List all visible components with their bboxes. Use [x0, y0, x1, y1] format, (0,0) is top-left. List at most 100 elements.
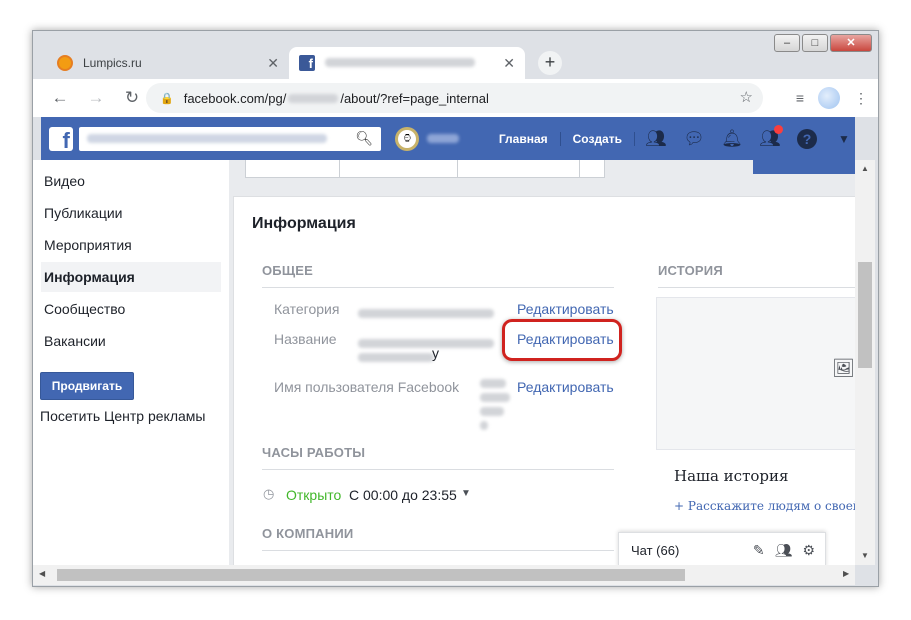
profile-name-blurred[interactable] — [427, 130, 463, 148]
bookmark-star-icon[interactable]: ☆ — [740, 88, 753, 106]
story-title: Наша история — [674, 467, 789, 485]
facebook-header: f 🔍︎ ⌚︎ Главная Создать 👥︎ 💬︎ 🔔︎ 👥︎ ? ▼ — [41, 117, 855, 160]
help-icon[interactable]: ? — [797, 128, 817, 149]
page-sidebar: Видео Публикации Мероприятия Информация … — [33, 160, 229, 565]
sidebar-item-video[interactable]: Видео — [41, 166, 221, 196]
tab-close-icon[interactable]: ✕ — [267, 55, 279, 72]
highlight-box — [502, 319, 622, 361]
sidebar-item-posts[interactable]: Публикации — [41, 198, 221, 228]
story-cover-area[interactable]: 🖼︎ — [656, 297, 863, 450]
chat-bar[interactable]: Чат (66) ✎ 👥︎ ⚙ — [618, 532, 826, 565]
edit-username-link[interactable]: Редактировать — [517, 379, 614, 395]
pages-icon[interactable]: 👥︎ — [759, 124, 783, 149]
promote-button[interactable]: Продвигать — [40, 372, 134, 400]
sidebar-item-jobs[interactable]: Вакансии — [41, 326, 221, 356]
hours-dropdown-caret-icon[interactable]: ▼ — [461, 488, 471, 499]
tab-title-blurred — [325, 56, 503, 70]
info-card: Информация ОБЩЕЕ Категория Редактировать… — [233, 196, 863, 565]
add-photo-icon[interactable]: 🖼︎ — [832, 358, 855, 379]
address-blurred-id — [288, 93, 339, 103]
horizontal-scroll-thumb[interactable] — [57, 569, 685, 581]
divider — [262, 469, 614, 470]
lumpics-favicon-icon — [57, 55, 73, 71]
divider — [658, 287, 863, 288]
address-url-tail: /about/?ref=page_internal — [340, 90, 489, 106]
messenger-icon[interactable]: 💬︎ — [683, 129, 705, 149]
tab-close-icon[interactable]: ✕ — [503, 55, 515, 72]
address-bar[interactable]: 🔒 facebook.com/pg/ /about/?ref=page_inte… — [146, 83, 763, 113]
new-tab-button[interactable]: + — [538, 51, 562, 75]
sidebar-item-info[interactable]: Информация — [41, 262, 221, 292]
page-title: Информация — [252, 215, 356, 232]
vertical-scroll-thumb[interactable] — [858, 262, 872, 368]
chat-icons: ✎ 👥︎ ⚙ — [753, 542, 825, 559]
notifications-bell-icon[interactable]: 🔔︎ — [721, 129, 743, 149]
friend-requests-icon[interactable]: 👥︎ — [645, 129, 667, 149]
sidebar-item-events[interactable]: Мероприятия — [41, 230, 221, 260]
page-content: Видео Публикации Мероприятия Информация … — [33, 160, 863, 565]
history-heading: ИСТОРИЯ — [658, 263, 723, 278]
profile-avatar[interactable] — [818, 87, 840, 109]
ads-center-link[interactable]: Посетить Центр рекламы — [40, 408, 205, 424]
chat-group-icon[interactable]: 👥︎ — [775, 542, 793, 559]
action-box[interactable] — [339, 160, 459, 178]
name-value-blurred — [358, 349, 434, 367]
search-blurred-text — [86, 134, 327, 143]
facebook-search-input[interactable]: 🔍︎ — [78, 126, 382, 151]
open-status: Открыто — [286, 487, 342, 503]
page-avatar-clock-icon[interactable]: ⌚︎ — [395, 126, 420, 151]
facebook-logo-icon[interactable]: f — [49, 126, 73, 151]
divider — [262, 550, 614, 551]
dropdown-caret-icon[interactable]: ▼ — [833, 132, 855, 146]
username-label: Имя пользователя Facebook — [274, 379, 460, 395]
edit-category-link[interactable]: Редактировать — [517, 301, 614, 317]
reload-icon[interactable]: ↻ — [119, 88, 145, 108]
tab-strip: Lumpics.ru ✕ f ✕ + — [33, 47, 878, 79]
media-control-icon[interactable]: ≡ — [796, 90, 804, 106]
tab-facebook[interactable]: f ✕ — [289, 47, 525, 79]
divider — [262, 287, 614, 288]
horizontal-scrollbar[interactable]: ◀ ▶ — [33, 565, 855, 585]
facebook-favicon-icon: f — [299, 55, 315, 71]
primary-action-button[interactable] — [753, 160, 855, 174]
hours-heading: ЧАСЫ РАБОТЫ — [262, 445, 366, 460]
back-arrow-icon[interactable]: ← — [47, 88, 73, 108]
scroll-down-arrow-icon[interactable]: ▼ — [861, 551, 869, 560]
action-box[interactable] — [245, 160, 341, 178]
tell-story-link[interactable]: + Расскажите людям о своей — [674, 499, 861, 513]
lock-icon: 🔒 — [160, 92, 174, 105]
forward-arrow-icon[interactable]: → — [83, 88, 109, 108]
tab-lumpics[interactable]: Lumpics.ru ✕ — [47, 47, 289, 79]
scroll-right-arrow-icon[interactable]: ▶ — [843, 569, 849, 578]
scroll-left-arrow-icon[interactable]: ◀ — [39, 569, 45, 578]
nav-home[interactable]: Главная — [487, 131, 561, 146]
username-value-blurred — [480, 379, 510, 430]
tab-title: Lumpics.ru — [83, 56, 142, 70]
notification-dot — [774, 124, 783, 134]
nav-create[interactable]: Создать — [561, 131, 635, 146]
toolbar-right: ≡ ⋮ — [796, 87, 868, 109]
clock-icon: ◷ — [263, 486, 275, 501]
browser-toolbar: ← → ↻ 🔒 facebook.com/pg/ /about/?ref=pag… — [33, 79, 878, 117]
action-box[interactable] — [579, 160, 605, 178]
header-icons: 👥︎ 💬︎ 🔔︎ 👥︎ ? ▼ — [645, 124, 855, 149]
chat-label: Чат (66) — [631, 542, 680, 558]
search-icon[interactable]: 🔍︎ — [337, 130, 373, 147]
category-label: Категория — [274, 301, 340, 317]
action-box[interactable] — [457, 160, 581, 178]
compose-icon[interactable]: ✎ — [753, 542, 765, 559]
scroll-up-arrow-icon[interactable]: ▲ — [861, 164, 869, 173]
hours-range[interactable]: С 00:00 до 23:55 — [349, 487, 457, 503]
company-heading: О КОМПАНИИ — [262, 526, 354, 541]
sidebar-item-community[interactable]: Сообщество — [41, 294, 221, 324]
category-value-blurred — [358, 305, 494, 323]
name-label: Название — [274, 331, 337, 347]
browser-menu-icon[interactable]: ⋮ — [854, 90, 868, 107]
name-value-visible-tail: у — [432, 345, 439, 361]
top-action-strip — [233, 160, 855, 184]
settings-gear-icon[interactable]: ⚙ — [802, 542, 815, 559]
address-url: facebook.com/pg/ — [183, 90, 287, 106]
general-heading: ОБЩЕЕ — [262, 263, 314, 278]
browser-window: – □ ✕ Lumpics.ru ✕ f ✕ + ← → ↻ 🔒 faceboo… — [32, 30, 879, 587]
vertical-scrollbar[interactable]: ▲ ▼ — [855, 160, 875, 565]
